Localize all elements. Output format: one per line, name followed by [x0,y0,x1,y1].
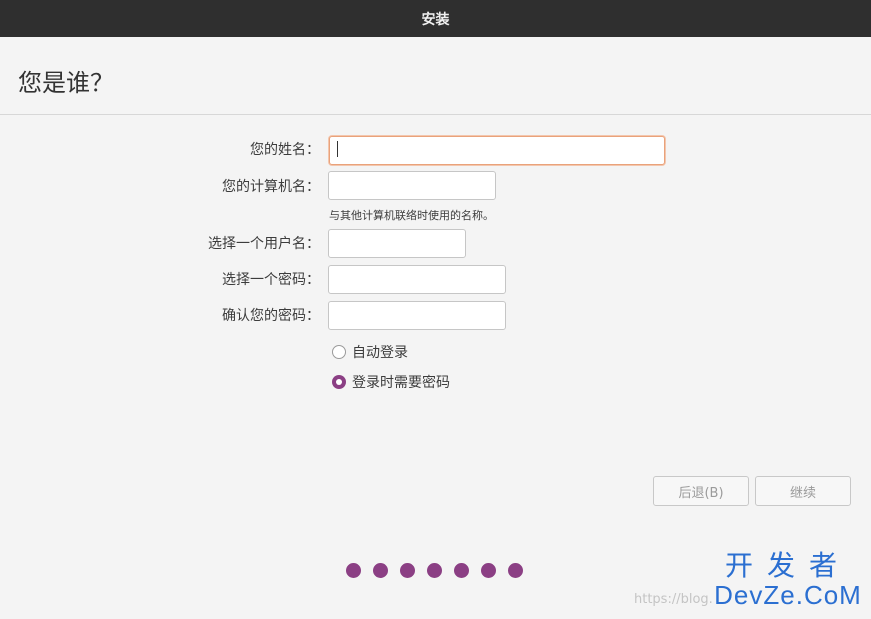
window-title: 安装 [421,11,450,28]
computer-name-label: 您的计算机名： [222,179,320,195]
progress-dot [481,563,496,578]
progress-dot [400,563,415,578]
auto-login-option[interactable]: 自动登录 [332,342,408,362]
progress-dots [346,563,523,578]
window-titlebar: 安装 [0,0,871,37]
back-button[interactable]: 后退(B) [653,476,749,506]
username-label: 选择一个用户名： [208,236,320,252]
computer-name-input[interactable] [328,171,496,200]
continue-button[interactable]: 继续 [755,476,851,506]
username-input[interactable] [328,229,466,258]
watermark-logo: 开发者 DevZe.CoM [712,550,864,610]
watermark-logo-cn: 开发者 [724,550,851,581]
text-caret [337,141,338,157]
page-title: 您是谁？ [18,69,114,97]
password-label: 选择一个密码： [222,272,320,288]
progress-dot [373,563,388,578]
progress-dot [508,563,523,578]
confirm-password-label: 确认您的密码： [222,308,320,324]
page-header: 您是谁？ [0,37,871,115]
computer-name-hint: 与其他计算机联络时使用的名称。 [329,209,494,222]
require-password-label: 登录时需要密码 [352,375,450,391]
name-label: 您的姓名： [250,142,320,158]
progress-dot [427,563,442,578]
auto-login-radio[interactable] [332,345,346,359]
watermark-logo-en: DevZe.CoM [714,580,862,610]
progress-dot [454,563,469,578]
require-password-radio[interactable] [332,375,346,389]
password-input[interactable] [328,265,506,294]
require-password-option[interactable]: 登录时需要密码 [332,372,450,392]
confirm-password-input[interactable] [328,301,506,330]
progress-dot [346,563,361,578]
name-input[interactable] [329,136,665,165]
watermark-url: https://blog. [634,592,713,607]
auto-login-label: 自动登录 [352,345,408,361]
